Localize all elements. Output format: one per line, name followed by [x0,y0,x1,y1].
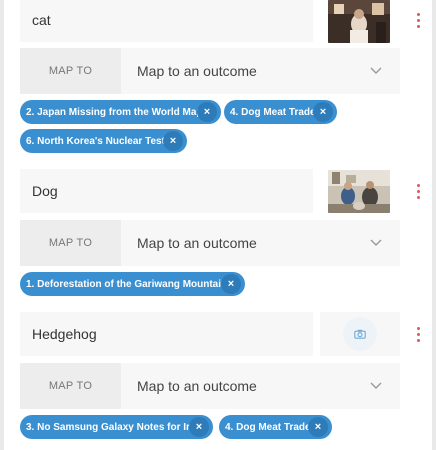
outcome-tag: 4. Dog Meat Trade × [224,100,337,124]
outcome-tag-label: 1. Deforestation of the Gariwang Mountai… [26,278,228,290]
answer-item-dog: Dog MAP TO Map to an outcome 1. Deforest… [20,168,420,298]
camera-icon [354,329,366,339]
outcome-tag: 4. Dog Meat Trade × [219,415,332,439]
answer-image-thumbnail[interactable] [328,0,390,43]
answer-text-value: Hedgehog [32,326,97,342]
remove-tag-icon[interactable]: × [313,102,333,122]
scroll-panel-left-edge [0,0,4,450]
answer-text-value: Dog [32,183,58,199]
answer-text-field[interactable]: Dog [20,169,313,213]
map-to-label: MAP TO [20,220,121,266]
outcome-tag-label: 2. Japan Missing from the World Map [26,106,203,118]
answer-item-hedgehog: Hedgehog MAP TO Map to an outcome 3. No … [20,310,420,450]
outcome-tag: 1. Deforestation of the Gariwang Mountai… [20,272,245,296]
item-options-menu-icon[interactable] [410,322,426,346]
outcome-select-placeholder: Map to an outcome [137,378,257,394]
answer-text-field[interactable]: cat [20,0,313,42]
item-options-menu-icon[interactable] [410,179,426,203]
answer-text-field[interactable]: Hedgehog [20,312,313,356]
chevron-down-icon [370,239,382,246]
remove-tag-icon[interactable]: × [163,131,183,151]
outcome-select[interactable]: Map to an outcome [121,48,400,94]
outcome-tag-label: 4. Dog Meat Trade [225,421,311,433]
outcome-tag: 2. Japan Missing from the World Map × [20,100,221,124]
answer-image-thumbnail[interactable] [328,170,390,213]
answer-item-cat: cat MAP TO Map to an outcome 2. Japan Mi… [20,0,420,160]
camera-icon-wrapper [343,317,377,351]
remove-tag-icon[interactable]: × [189,417,209,437]
map-to-label: MAP TO [20,48,121,94]
cat-photo-image [328,0,390,43]
outcome-select[interactable]: Map to an outcome [121,220,400,266]
add-image-button[interactable] [320,312,400,356]
outcome-select[interactable]: Map to an outcome [121,363,400,409]
item-options-menu-icon[interactable] [410,8,426,32]
chevron-down-icon [370,67,382,74]
dog-photo-image [328,170,390,213]
outcome-select-placeholder: Map to an outcome [137,63,257,79]
answer-text-value: cat [32,12,51,28]
remove-tag-icon[interactable]: × [197,102,217,122]
chevron-down-icon [370,382,382,389]
outcome-tag-label: 4. Dog Meat Trade [230,106,316,118]
outcome-tag: 6. North Korea's Nuclear Tests × [20,129,187,153]
map-to-dropdown[interactable]: MAP TO Map to an outcome [20,48,400,94]
outcome-select-placeholder: Map to an outcome [137,235,257,251]
scroll-panel-right-edge [432,0,436,450]
map-to-dropdown[interactable]: MAP TO Map to an outcome [20,220,400,266]
remove-tag-icon[interactable]: × [308,417,328,437]
outcome-tag: 3. No Samsung Galaxy Notes for Iran × [20,415,213,439]
outcome-tag-label: 3. No Samsung Galaxy Notes for Iran [26,421,202,433]
outcome-tag-label: 6. North Korea's Nuclear Tests [26,135,171,147]
remove-tag-icon[interactable]: × [221,274,241,294]
map-to-dropdown[interactable]: MAP TO Map to an outcome [20,363,400,409]
map-to-label: MAP TO [20,363,121,409]
